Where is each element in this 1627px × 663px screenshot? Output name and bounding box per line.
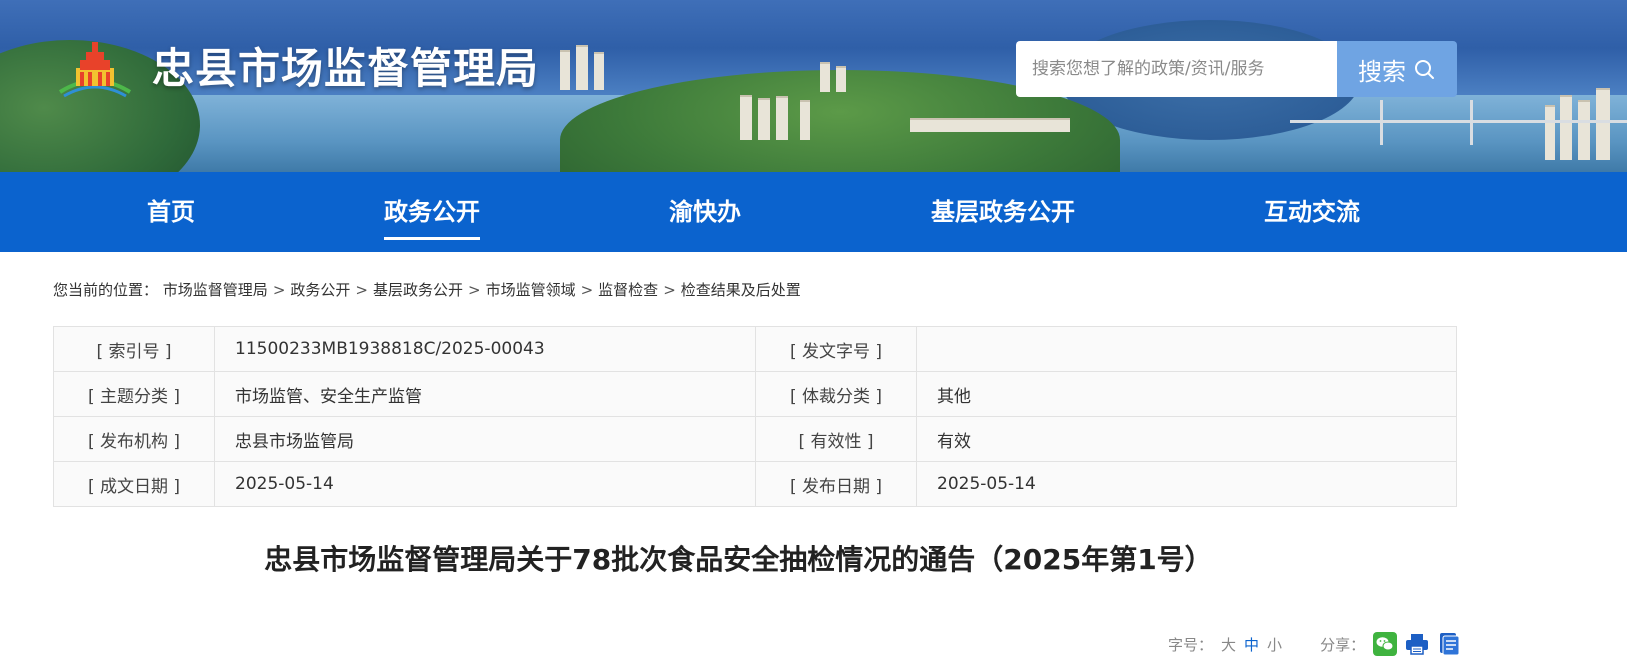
document-icon[interactable] — [1437, 632, 1461, 656]
info-value-publisher: 忠县市场监管局 — [214, 416, 756, 462]
banner-building — [758, 98, 770, 140]
search-bar: 搜索 — [1016, 41, 1457, 97]
breadcrumb-item[interactable]: 监督检查 — [598, 281, 658, 299]
emblem-logo-icon[interactable] — [56, 40, 134, 98]
font-size-small[interactable]: 小 — [1267, 634, 1282, 655]
info-label-publish-date: [ 发布日期 ] — [755, 461, 917, 507]
breadcrumb-item[interactable]: 市场监管领域 — [486, 281, 576, 299]
breadcrumb-item[interactable]: 基层政务公开 — [373, 281, 463, 299]
wechat-icon[interactable] — [1373, 632, 1398, 656]
breadcrumb-item[interactable]: 检查结果及后处置 — [681, 281, 801, 299]
banner-building — [1560, 95, 1572, 160]
nav-item-grassroots-affairs[interactable]: 基层政务公开 — [931, 172, 1075, 252]
info-value-publish-date: 2025-05-14 — [916, 461, 1457, 507]
banner-bridge-tower — [1380, 100, 1383, 145]
table-row: [ 发布机构 ] 忠县市场监管局 [ 有效性 ] 有效 — [53, 416, 1457, 462]
nav-item-government-affairs[interactable]: 政务公开 — [384, 172, 480, 252]
breadcrumb-prefix: 您当前的位置： — [53, 281, 159, 299]
info-label-doc-number: [ 发文字号 ] — [755, 326, 917, 372]
nav-item-home[interactable]: 首页 — [147, 172, 195, 252]
breadcrumb-separator: > — [272, 281, 286, 299]
article-tools: 字号： 大 中 小 分享： — [1168, 630, 1461, 658]
search-button[interactable]: 搜索 — [1337, 41, 1457, 97]
breadcrumb-separator: > — [468, 281, 481, 299]
breadcrumb-separator: > — [663, 281, 676, 299]
info-value-written-date: 2025-05-14 — [214, 461, 756, 507]
banner-building — [800, 100, 810, 140]
banner-building — [1578, 100, 1590, 160]
info-value-genre: 其他 — [916, 371, 1457, 417]
main-nav: 首页 政务公开 渝快办 基层政务公开 互动交流 — [0, 172, 1627, 252]
banner-bridge — [1290, 120, 1627, 123]
banner-bridge-tower — [1470, 100, 1473, 145]
banner-building — [1545, 105, 1555, 160]
document-info-table: [ 索引号 ] 11500233MB1938818C/2025-00043 [ … — [53, 326, 1457, 507]
banner-building — [836, 66, 846, 92]
share-label: 分享： — [1320, 635, 1366, 654]
breadcrumb-separator: > — [580, 281, 594, 299]
banner-building — [1596, 88, 1610, 160]
article-title: 忠县市场监督管理局关于78批次食品安全抽检情况的通告（2025年第1号） — [264, 543, 1213, 576]
banner-building — [560, 50, 570, 90]
breadcrumb-item[interactable]: 市场监督管理局 — [163, 281, 268, 299]
info-value-topic: 市场监管、安全生产监管 — [214, 371, 756, 417]
info-label-publisher: [ 发布机构 ] — [53, 416, 215, 462]
search-input[interactable] — [1016, 41, 1337, 97]
info-label-written-date: [ 成文日期 ] — [53, 461, 215, 507]
info-label-index: [ 索引号 ] — [53, 326, 215, 372]
info-value-validity: 有效 — [916, 416, 1457, 462]
info-value-index: 11500233MB1938818C/2025-00043 — [214, 326, 756, 372]
font-size-label: 字号： — [1168, 635, 1214, 654]
search-icon — [1415, 60, 1434, 79]
banner-building — [910, 118, 1070, 132]
table-row: [ 成文日期 ] 2025-05-14 [ 发布日期 ] 2025-05-14 — [53, 461, 1457, 507]
info-label-topic: [ 主题分类 ] — [53, 371, 215, 417]
search-button-label: 搜索 — [1358, 57, 1406, 86]
nav-item-interaction[interactable]: 互动交流 — [1264, 172, 1360, 252]
font-size-large[interactable]: 大 — [1221, 634, 1236, 655]
print-icon[interactable] — [1405, 632, 1429, 656]
info-value-doc-number — [916, 326, 1457, 372]
table-row: [ 主题分类 ] 市场监管、安全生产监管 [ 体裁分类 ] 其他 — [53, 371, 1457, 417]
breadcrumb: 您当前的位置： 市场监督管理局 > 政务公开 > 基层政务公开 > 市场监管领域 > 监督检查 >… — [53, 279, 801, 300]
banner-building — [776, 96, 788, 140]
breadcrumb-separator: > — [355, 281, 368, 299]
table-row: [ 索引号 ] 11500233MB1938818C/2025-00043 [ … — [53, 326, 1457, 372]
banner-building — [820, 62, 830, 92]
breadcrumb-item[interactable]: 政务公开 — [290, 281, 350, 299]
nav-item-yukuaiban[interactable]: 渝快办 — [669, 172, 741, 252]
header-banner: 忠县市场监督管理局 搜索 — [0, 0, 1627, 172]
banner-building — [740, 95, 752, 140]
site-title[interactable]: 忠县市场监督管理局 — [152, 40, 539, 98]
banner-building — [594, 52, 604, 90]
info-label-genre: [ 体裁分类 ] — [755, 371, 917, 417]
banner-building — [576, 45, 588, 90]
info-label-validity: [ 有效性 ] — [755, 416, 917, 462]
font-size-medium[interactable]: 中 — [1244, 634, 1259, 655]
